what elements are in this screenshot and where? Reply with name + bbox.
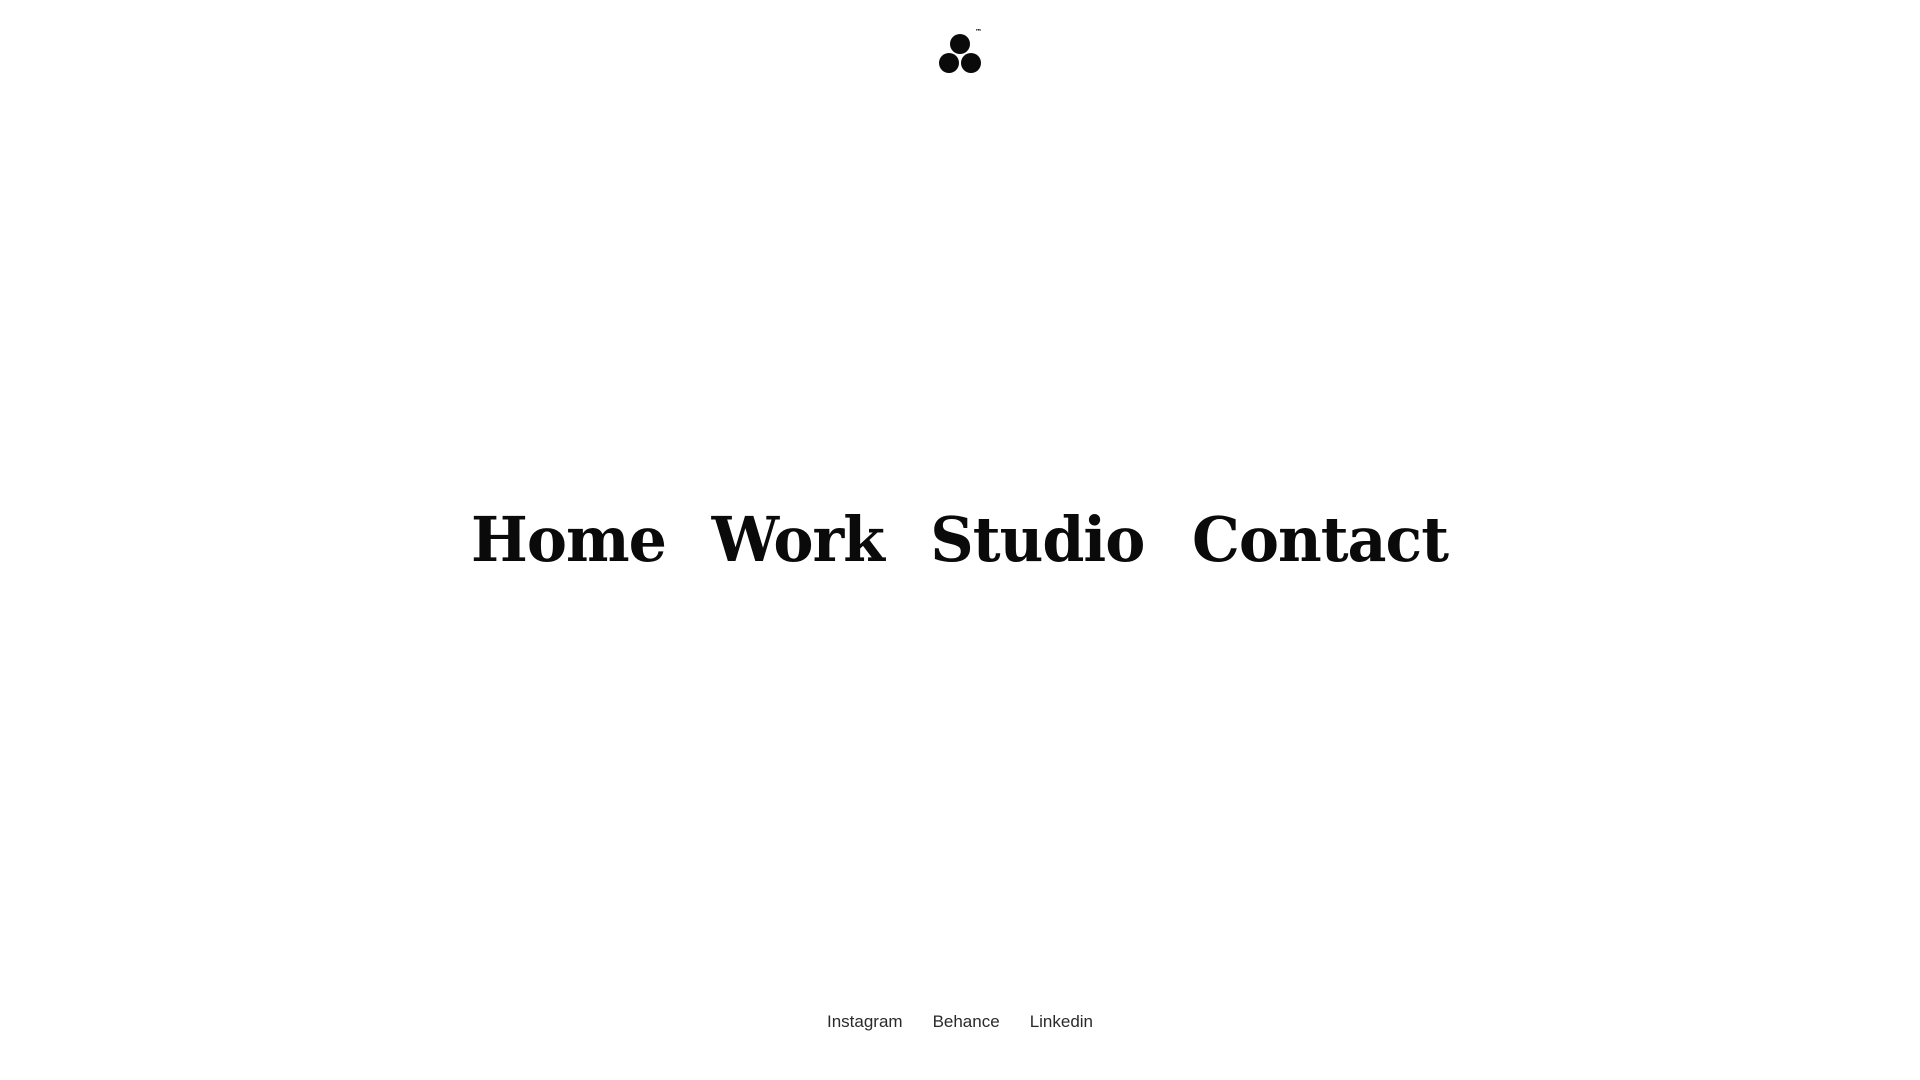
- three-circles-logo-icon: ™: [939, 28, 982, 73]
- social-links: Instagram Behance Linkedin: [0, 1010, 1920, 1034]
- home-logo-link[interactable]: ™: [937, 27, 987, 77]
- nav-link-studio[interactable]: Studio: [930, 500, 1145, 580]
- main-navigation: Home Work Studio Contact: [0, 500, 1920, 580]
- trademark-symbol: ™: [975, 28, 982, 36]
- social-link-behance[interactable]: Behance: [933, 1010, 1000, 1034]
- social-link-linkedin[interactable]: Linkedin: [1030, 1010, 1093, 1034]
- social-link-instagram[interactable]: Instagram: [827, 1010, 903, 1034]
- nav-link-contact[interactable]: Contact: [1192, 500, 1449, 580]
- nav-link-home[interactable]: Home: [471, 500, 667, 580]
- nav-link-work[interactable]: Work: [712, 500, 885, 580]
